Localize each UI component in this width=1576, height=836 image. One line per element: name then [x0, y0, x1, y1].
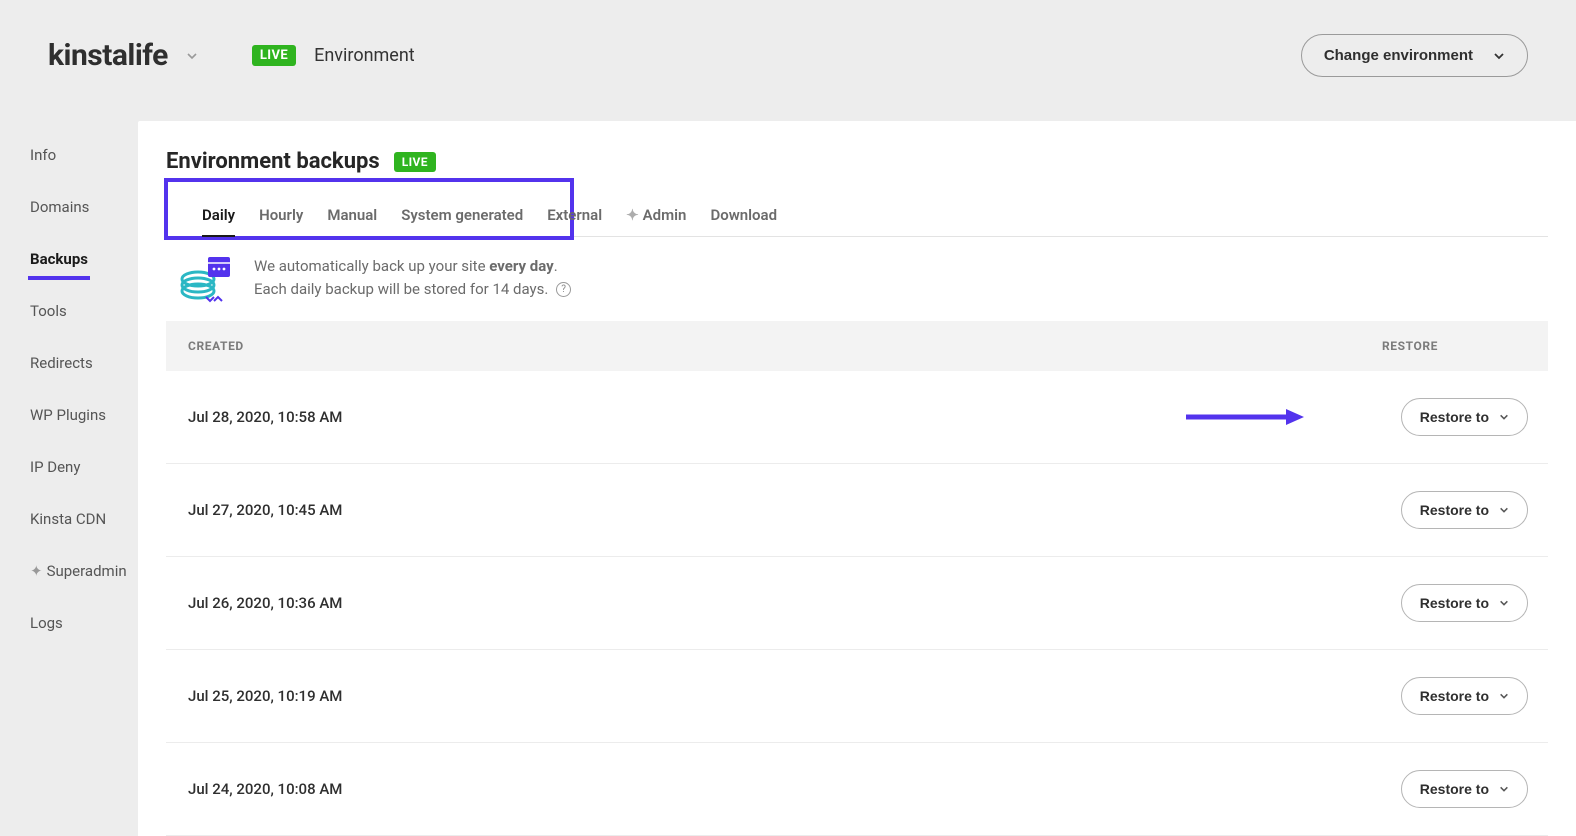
site-dropdown-chevron-icon[interactable] — [186, 50, 198, 62]
sidebar-item-tools[interactable]: Tools — [30, 292, 138, 330]
site-name[interactable]: kinstalife — [48, 38, 168, 73]
info-line1-a: We automatically back up your site — [254, 257, 489, 275]
col-restore: RESTORE — [1382, 339, 1438, 353]
sidebar-item-label: IP Deny — [30, 458, 80, 476]
sidebar-item-label: Domains — [30, 198, 89, 216]
topbar-left: kinstalife LIVE Environment — [48, 38, 415, 73]
restore-to-label: Restore to — [1420, 502, 1489, 518]
tab-label: Admin — [643, 206, 687, 224]
tab-external[interactable]: External — [547, 196, 602, 236]
table-row: Jul 26, 2020, 10:36 AM Restore to — [166, 557, 1548, 650]
info-line2: Each daily backup will be stored for 14 … — [254, 280, 548, 298]
wand-icon: ✦ — [626, 206, 639, 224]
created-cell: Jul 27, 2020, 10:45 AM — [188, 501, 342, 519]
tab-label: Download — [710, 206, 777, 224]
topbar: kinstalife LIVE Environment Change envir… — [0, 0, 1576, 121]
page-title-row: Environment backups LIVE — [166, 149, 1548, 174]
created-cell: Jul 25, 2020, 10:19 AM — [188, 687, 342, 705]
sidebar-item-label: Backups — [30, 250, 88, 268]
main-panel: Environment backups LIVE Daily Hourly Manu… — [138, 121, 1576, 836]
tab-hourly[interactable]: Hourly — [259, 196, 303, 236]
restore-to-label: Restore to — [1420, 781, 1489, 797]
tab-label: Hourly — [259, 206, 303, 224]
restore-to-label: Restore to — [1420, 409, 1489, 425]
restore-to-button[interactable]: Restore to — [1401, 398, 1528, 436]
table-row: Jul 28, 2020, 10:58 AM Restore to — [166, 371, 1548, 464]
sidebar-item-label: Tools — [30, 302, 67, 320]
restore-to-button[interactable]: Restore to — [1401, 770, 1528, 808]
created-cell: Jul 24, 2020, 10:08 AM — [188, 780, 342, 798]
tab-admin[interactable]: ✦Admin — [626, 196, 686, 236]
page-title: Environment backups — [166, 149, 380, 174]
sidebar-item-info[interactable]: Info — [30, 136, 138, 174]
sidebar-item-label: Redirects — [30, 354, 93, 372]
chevron-down-icon — [1499, 505, 1509, 515]
restore-to-label: Restore to — [1420, 688, 1489, 704]
tab-label: Daily — [202, 206, 235, 224]
chevron-down-icon — [1499, 598, 1509, 608]
sidebar-item-label: Info — [30, 146, 56, 164]
tab-daily[interactable]: Daily — [202, 196, 235, 236]
sidebar-item-ip-deny[interactable]: IP Deny — [30, 448, 138, 486]
sidebar-item-redirects[interactable]: Redirects — [30, 344, 138, 382]
created-cell: Jul 26, 2020, 10:36 AM — [188, 594, 342, 612]
change-environment-label: Change environment — [1324, 47, 1473, 64]
backup-calendar-icon — [178, 255, 232, 303]
restore-to-button[interactable]: Restore to — [1401, 491, 1528, 529]
sidebar-item-superadmin[interactable]: ✦Superadmin — [30, 552, 138, 590]
table-header: CREATED RESTORE — [166, 321, 1548, 371]
table-row: Jul 24, 2020, 10:08 AM Restore to — [166, 743, 1548, 836]
restore-to-button[interactable]: Restore to — [1401, 584, 1528, 622]
sidebar-item-logs[interactable]: Logs — [30, 604, 138, 642]
sidebar-item-kinsta-cdn[interactable]: Kinsta CDN — [30, 500, 138, 538]
page-live-badge: LIVE — [394, 152, 436, 172]
table-body: Jul 28, 2020, 10:58 AMRestore toJul 27, … — [166, 371, 1548, 836]
chevron-down-icon — [1499, 691, 1509, 701]
chevron-down-icon — [1499, 784, 1509, 794]
created-cell: Jul 28, 2020, 10:58 AM — [188, 408, 342, 426]
sidebar-item-backups[interactable]: Backups — [30, 240, 138, 278]
help-icon[interactable]: ? — [556, 282, 571, 297]
live-badge: LIVE — [252, 45, 296, 66]
col-created: CREATED — [188, 339, 244, 353]
sidebar: Info Domains Backups Tools Redirects WP Plugi… — [0, 121, 138, 656]
annotation-arrow-icon — [1186, 407, 1306, 427]
restore-to-label: Restore to — [1420, 595, 1489, 611]
tab-label: System generated — [401, 206, 523, 224]
chevron-down-icon — [1493, 50, 1505, 62]
backup-tabs: Daily Hourly Manual System generated Externa… — [166, 196, 1548, 237]
info-line1-b: every day — [489, 257, 553, 275]
environment-label: Environment — [314, 45, 415, 66]
sidebar-item-domains[interactable]: Domains — [30, 188, 138, 226]
tab-label: External — [547, 206, 602, 224]
table-row: Jul 27, 2020, 10:45 AM Restore to — [166, 464, 1548, 557]
sidebar-item-wp-plugins[interactable]: WP Plugins — [30, 396, 138, 434]
tab-system-generated[interactable]: System generated — [401, 196, 523, 236]
change-environment-button[interactable]: Change environment — [1301, 34, 1528, 77]
wand-icon: ✦ — [30, 562, 43, 580]
tab-manual[interactable]: Manual — [327, 196, 377, 236]
sidebar-item-label: Superadmin — [47, 562, 127, 580]
chevron-down-icon — [1499, 412, 1509, 422]
sidebar-item-label: Kinsta CDN — [30, 510, 106, 528]
info-text: We automatically back up your site every… — [254, 255, 571, 300]
tab-label: Manual — [327, 206, 377, 224]
table-row: Jul 25, 2020, 10:19 AM Restore to — [166, 650, 1548, 743]
info-line1-c: . — [554, 257, 558, 275]
info-banner: We automatically back up your site every… — [166, 255, 1548, 321]
tab-download[interactable]: Download — [710, 196, 777, 236]
sidebar-item-label: WP Plugins — [30, 406, 106, 424]
sidebar-item-label: Logs — [30, 614, 63, 632]
restore-to-button[interactable]: Restore to — [1401, 677, 1528, 715]
